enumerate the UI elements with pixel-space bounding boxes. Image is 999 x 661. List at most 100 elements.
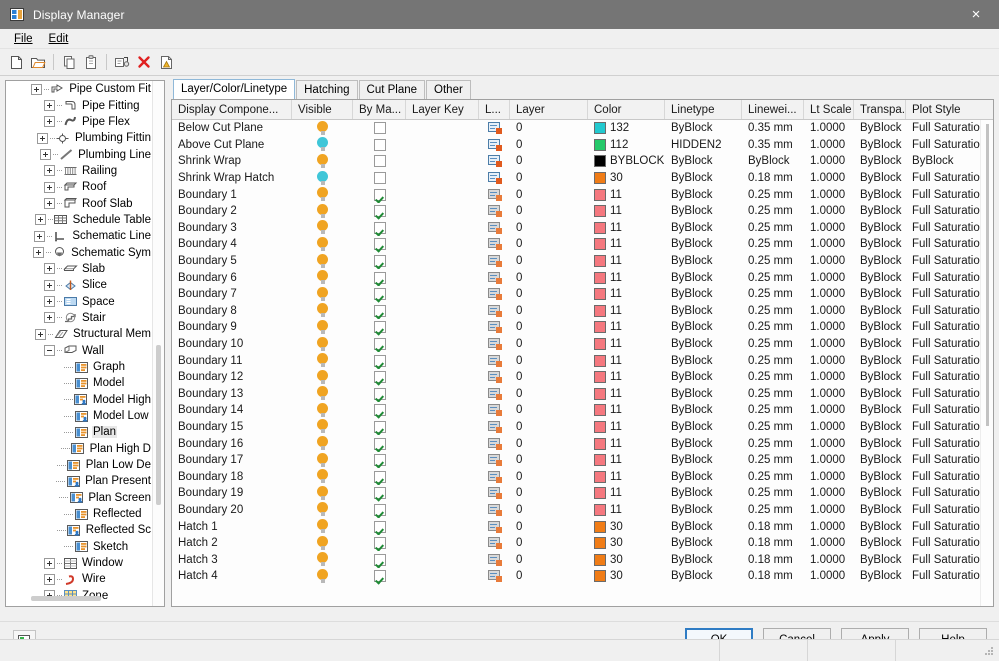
lightbulb-icon[interactable] [317,120,328,136]
table-row[interactable]: Boundary 18 0 11 ByBlock 0.25 mm 1.0000 ByBloc… [172,468,993,485]
cell-color[interactable]: BYBLOCK [588,153,665,170]
lightbulb-icon[interactable] [317,336,328,352]
cell-lt-scale[interactable]: 1.0000 [804,551,854,568]
lightbulb-icon[interactable] [317,137,328,152]
cell-lt-scale[interactable]: 1.0000 [804,402,854,419]
cell-layer[interactable]: 0 [510,303,588,320]
cell-visible[interactable] [292,220,353,237]
cell-visible[interactable] [292,137,353,154]
cell-by-material[interactable] [353,220,406,237]
expand-plus-icon[interactable] [33,247,45,259]
table-row[interactable]: Boundary 1 0 11 ByBlock 0.25 mm 1.0000 ByBlock… [172,186,993,203]
tree-item-pipe-custom-fit[interactable]: Pipe Custom Fit [6,81,152,97]
cell-lt-scale[interactable]: 1.0000 [804,352,854,369]
tree-item-model-low[interactable]: Model Low [6,408,152,424]
cell-lt-scale[interactable]: 1.0000 [804,435,854,452]
cell-layer[interactable]: 0 [510,468,588,485]
cell-by-material[interactable] [353,518,406,535]
tree-item-space[interactable]: Space [6,293,152,309]
lightbulb-icon[interactable] [317,369,328,385]
layer-override-icon[interactable] [487,537,502,550]
lightbulb-icon[interactable] [317,535,328,551]
cell-linetype[interactable]: ByBlock [665,402,742,419]
cell-transparency[interactable]: ByBlock [854,336,906,353]
layer-override-icon[interactable] [487,387,502,400]
cell-visible[interactable] [292,518,353,535]
cell-visible[interactable] [292,502,353,519]
purge-icon[interactable] [155,51,177,73]
cell-layer[interactable]: 0 [510,402,588,419]
expand-plus-icon[interactable] [44,116,55,128]
lightbulb-icon[interactable] [317,236,328,252]
tree-item-reflected-sc[interactable]: Reflected Sc [6,522,152,538]
expand-plus-icon[interactable] [40,149,52,161]
cell-color[interactable]: 11 [588,386,665,403]
cell-transparency[interactable]: ByBlock [854,386,906,403]
cell-color[interactable]: 11 [588,203,665,220]
cell-visible[interactable] [292,153,353,170]
cell-layer-override[interactable] [479,502,510,519]
checkbox-checked-icon[interactable] [373,271,386,284]
layer-override-icon[interactable] [487,570,502,583]
cell-transparency[interactable]: ByBlock [854,502,906,519]
cell-layer-key[interactable] [406,402,479,419]
tree-item-plumbing-fittin[interactable]: Plumbing Fittin [6,130,152,146]
cell-display-component[interactable]: Boundary 5 [172,253,292,270]
table-row[interactable]: Boundary 12 0 11 ByBlock 0.25 mm 1.0000 ByBloc… [172,369,993,386]
cell-lt-scale[interactable]: 1.0000 [804,269,854,286]
cell-by-material[interactable] [353,319,406,336]
checkbox-checked-icon[interactable] [373,553,386,566]
cell-layer-key[interactable] [406,551,479,568]
cell-by-material[interactable] [353,468,406,485]
cell-layer-key[interactable] [406,186,479,203]
cell-layer-key[interactable] [406,468,479,485]
table-row[interactable]: Boundary 9 0 11 ByBlock 0.25 mm 1.0000 ByBlock… [172,319,993,336]
lightbulb-icon[interactable] [317,270,328,285]
cell-layer-key[interactable] [406,352,479,369]
cell-layer[interactable]: 0 [510,452,588,469]
open-folder-icon[interactable] [27,51,49,73]
cell-layer-key[interactable] [406,502,479,519]
column-header-color[interactable]: Color [588,100,665,119]
cell-color[interactable]: 30 [588,170,665,187]
cell-linetype[interactable]: ByBlock [665,369,742,386]
tree-vscroll-thumb[interactable] [156,345,161,505]
cell-layer[interactable]: 0 [510,369,588,386]
tree-hscroll-thumb[interactable] [31,596,101,601]
tab-other[interactable]: Other [426,80,471,99]
cell-display-component[interactable]: Boundary 16 [172,435,292,452]
cell-layer-override[interactable] [479,120,510,137]
layer-override-icon[interactable] [487,503,502,516]
lightbulb-icon[interactable] [317,452,328,468]
expand-plus-icon[interactable] [44,181,55,193]
cell-linetype[interactable]: ByBlock [665,170,742,187]
cell-visible[interactable] [292,170,353,187]
table-row[interactable]: Hatch 3 0 30 ByBlock 0.18 mm 1.0000 ByBlock Ful… [172,551,993,568]
cell-visible[interactable] [292,468,353,485]
cell-layer-override[interactable] [479,518,510,535]
cell-layer[interactable]: 0 [510,551,588,568]
lightbulb-icon[interactable] [317,353,328,368]
cell-linetype[interactable]: ByBlock [665,468,742,485]
cell-visible[interactable] [292,120,353,137]
checkbox-checked-icon[interactable] [373,387,386,400]
table-row[interactable]: Shrink Wrap 0 BYBLOCK ByBlock ByBlock 1.0000 B… [172,153,993,170]
grid-vertical-scrollbar[interactable] [980,120,993,606]
tree-item-window[interactable]: Window [6,555,152,571]
cell-layer-override[interactable] [479,220,510,237]
tree-item-plan-low-de[interactable]: Plan Low De [6,457,152,473]
tree-item-structural-mem[interactable]: Structural Mem [6,326,152,342]
cell-lineweight[interactable]: 0.25 mm [742,369,804,386]
lightbulb-icon[interactable] [317,170,328,186]
cell-transparency[interactable]: ByBlock [854,402,906,419]
cell-visible[interactable] [292,286,353,303]
cell-linetype[interactable]: ByBlock [665,502,742,519]
cell-layer-key[interactable] [406,269,479,286]
cell-display-component[interactable]: Shrink Wrap Hatch [172,170,292,187]
cell-transparency[interactable]: ByBlock [854,153,906,170]
column-header-transp[interactable]: Transpa... [854,100,906,119]
cell-linetype[interactable]: HIDDEN2 [665,137,742,154]
copy-icon[interactable] [58,51,80,73]
layer-override-icon[interactable] [487,454,502,467]
table-row[interactable]: Shrink Wrap Hatch 0 30 ByBlock 0.18 mm 1.0000… [172,170,993,187]
